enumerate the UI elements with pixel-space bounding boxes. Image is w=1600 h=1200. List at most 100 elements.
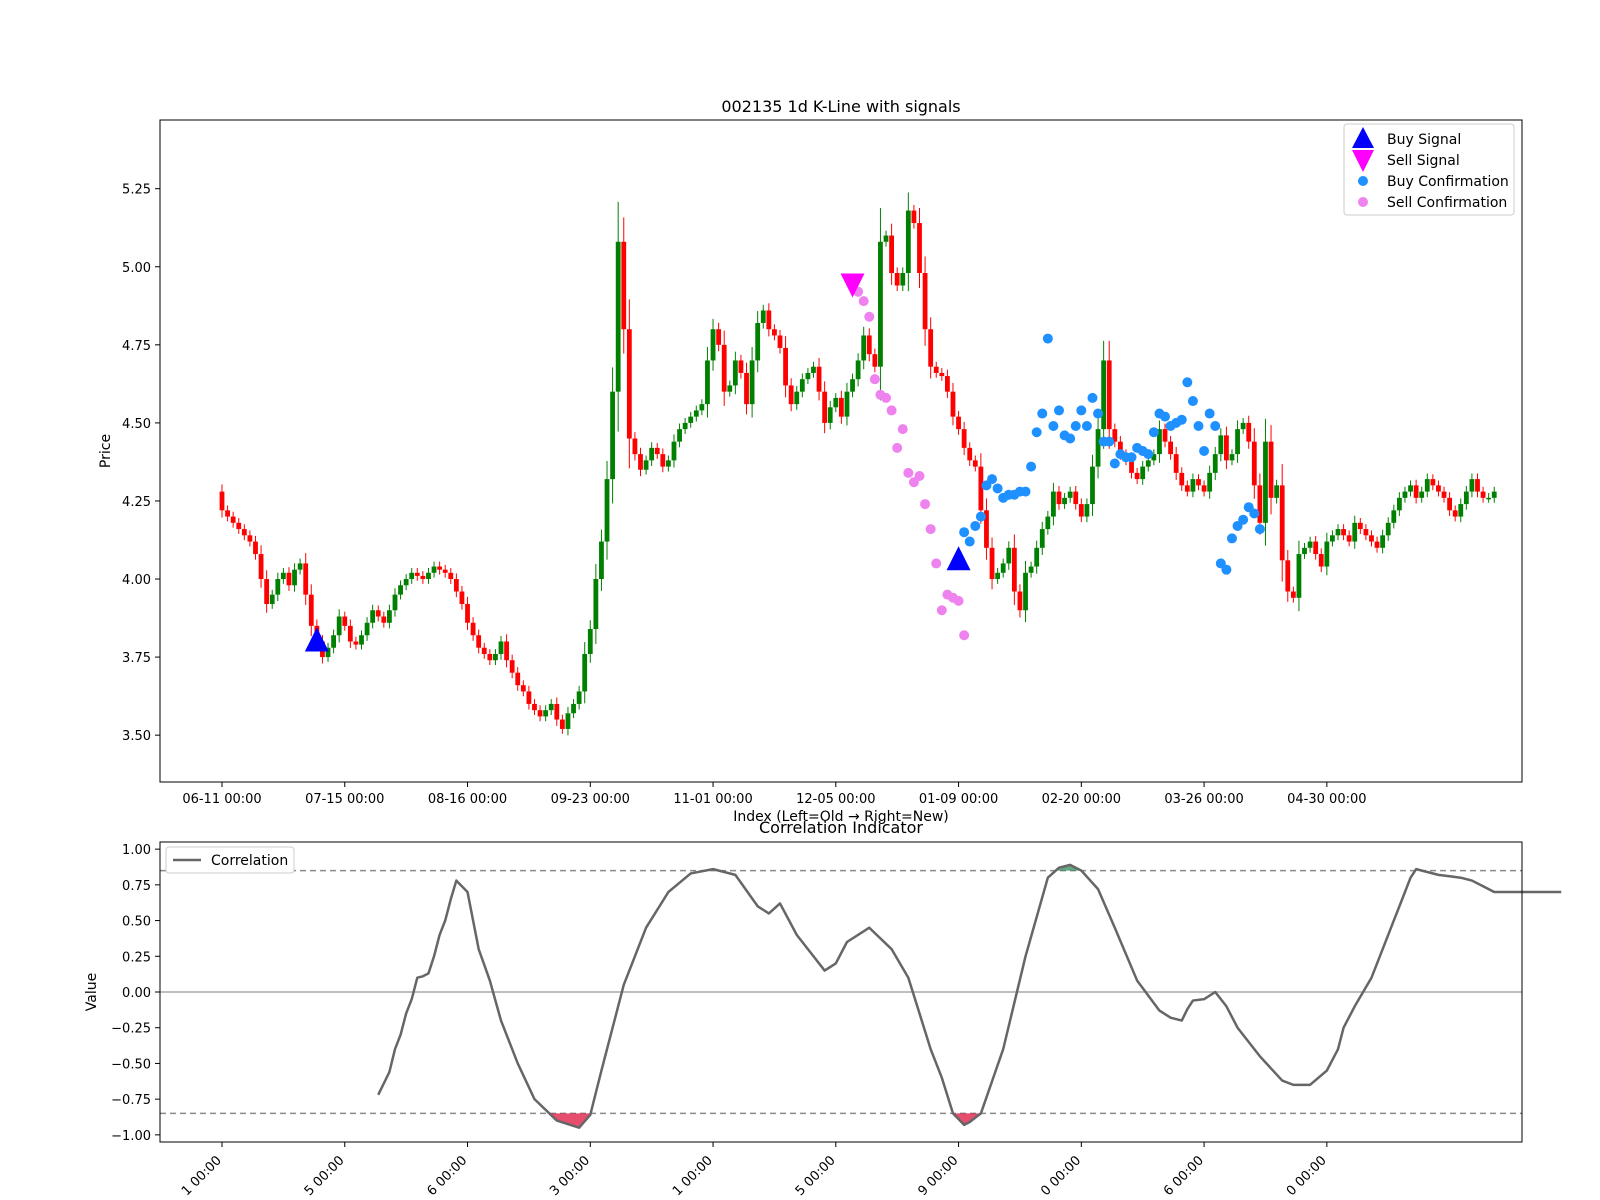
value-tick-label: −0.50	[111, 1057, 151, 1072]
sell-confirmation-dot	[869, 374, 880, 385]
candle-body	[292, 569, 297, 586]
candle-body	[1145, 460, 1151, 467]
correlation-panel: Correlation Indicator −1.00 −0.75 −0.50 −0.…	[84, 818, 1562, 1199]
candle-body	[1235, 429, 1240, 455]
candle-body	[398, 585, 403, 595]
candle-body	[1452, 510, 1458, 517]
time-tick-label: 04-30 00:00	[1287, 792, 1366, 807]
candle-body	[493, 653, 498, 661]
correlation-time-tick-label: 0 00:00	[1038, 1153, 1084, 1199]
candle-body	[353, 641, 359, 645]
candle-body	[453, 579, 459, 592]
candle-body	[1184, 485, 1190, 492]
value-tick-label: 0.00	[122, 986, 151, 1001]
candle-body	[520, 685, 526, 692]
candle-body	[878, 241, 883, 367]
buy-signal-marker	[304, 627, 329, 652]
candle-body	[1274, 485, 1280, 498]
candle-body	[961, 429, 967, 448]
buy-confirmation-dot	[987, 474, 998, 485]
candle-body	[933, 366, 939, 373]
candle-body	[582, 653, 588, 692]
legend-correlation-label: Correlation	[211, 853, 288, 869]
candle-body	[1162, 429, 1168, 442]
sell-confirmation-dot	[953, 595, 964, 606]
candle-body	[883, 235, 889, 242]
candle-body	[1179, 472, 1185, 486]
candle-body	[1374, 541, 1380, 548]
candle-body	[1263, 441, 1268, 523]
buy-confirmation-dot	[1076, 405, 1087, 416]
candle-body	[392, 594, 398, 611]
candle-body	[487, 653, 493, 661]
candle-body	[414, 572, 420, 576]
price-axis: 3.50 3.75 4.00 4.25 4.50 4.75 5.00 5.25	[122, 183, 160, 744]
time-tick-label: 12-05 00:00	[796, 792, 875, 807]
candle-body	[331, 635, 336, 648]
candle-body	[838, 397, 844, 417]
buy-confirmation-dot	[1204, 408, 1215, 419]
buy-confirmation-dot	[970, 520, 981, 531]
candle-body	[638, 454, 643, 470]
candle-body	[1369, 535, 1374, 542]
candle-body	[967, 447, 973, 461]
candle-body	[420, 575, 426, 580]
time-tick-label: 08-16 00:00	[428, 792, 507, 807]
buy-confirmation-dot	[1226, 533, 1237, 544]
candle-body	[1034, 547, 1040, 567]
candle-body	[844, 391, 850, 417]
candle-body	[459, 591, 465, 605]
price-tick-label: 4.25	[122, 495, 151, 510]
candle-body	[1106, 360, 1112, 430]
candle-body	[995, 572, 1001, 580]
sell-confirmation-dot	[914, 470, 925, 481]
candle-body	[236, 522, 242, 530]
buy-confirmation-dot	[1031, 427, 1042, 438]
candle-body	[1285, 560, 1291, 592]
candle-body	[649, 447, 655, 461]
price-tick-label: 3.75	[122, 651, 151, 666]
candle-body	[1173, 454, 1179, 473]
candle-body	[654, 447, 660, 455]
candle-body	[889, 235, 894, 274]
time-tick-label: 03-26 00:00	[1164, 792, 1243, 807]
candle-body	[375, 610, 381, 617]
candle-body	[571, 703, 576, 714]
candle-body	[1000, 563, 1006, 573]
candle-body	[1330, 535, 1335, 542]
candle-body	[1279, 485, 1285, 561]
buy-confirmation-dot	[1254, 524, 1265, 535]
candle-body	[537, 710, 543, 717]
buy-confirmation-dot	[1070, 421, 1081, 432]
candle-body	[833, 397, 839, 408]
candle-body	[253, 541, 258, 555]
price-tick-label: 5.00	[122, 261, 151, 276]
candle-body	[593, 579, 599, 629]
correlation-series	[377, 863, 1562, 1129]
value-axis: −1.00 −0.75 −0.50 −0.25 0.00 0.25 0.50 0.75 1.00	[111, 843, 160, 1144]
candle-body	[297, 563, 303, 570]
kline-title: 002135 1d K-Line with signals	[721, 97, 960, 116]
candle-body	[615, 241, 621, 392]
candle-body	[760, 310, 766, 323]
buy-confirmation-dot	[1176, 414, 1187, 425]
candle-body	[275, 579, 281, 595]
candle-body	[303, 563, 309, 595]
candle-body	[504, 641, 509, 661]
candle-body	[1062, 497, 1067, 505]
candle-body	[481, 647, 487, 654]
candle-body	[822, 391, 828, 423]
candle-body	[599, 541, 604, 580]
correlation-time-tick-label: 6 00:00	[424, 1153, 470, 1199]
candle-body	[532, 703, 537, 711]
candle-body	[1463, 491, 1469, 505]
candle-body	[1023, 572, 1028, 611]
candle-body	[610, 391, 615, 480]
correlation-legend: Correlation	[165, 846, 295, 874]
candle-body	[219, 491, 225, 511]
sell-confirmation-dot	[936, 605, 947, 616]
candle-body	[1084, 504, 1090, 517]
candle-body	[470, 622, 476, 636]
candle-body	[727, 385, 733, 392]
buy-confirmation-dot	[1109, 458, 1120, 469]
